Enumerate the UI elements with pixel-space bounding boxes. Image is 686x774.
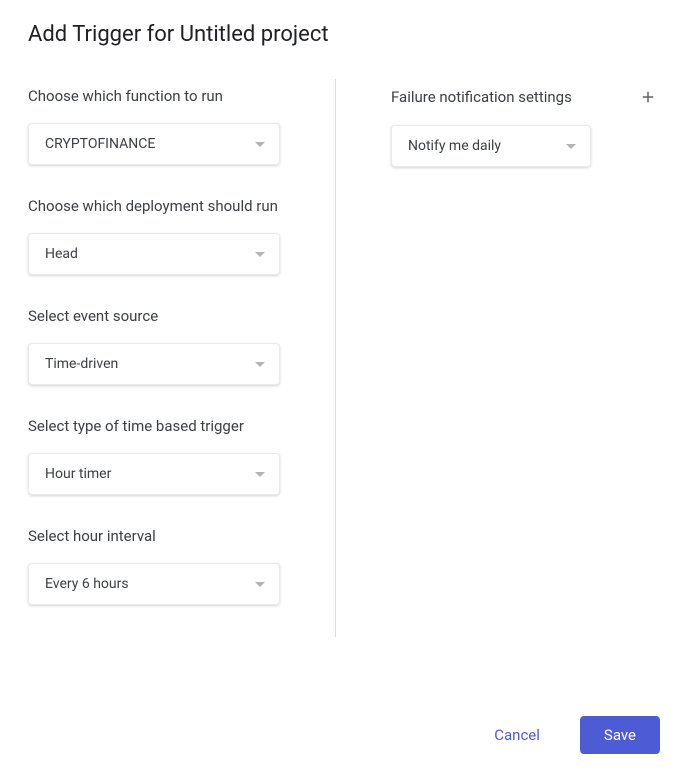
function-select[interactable]: CRYPTOFINANCE [28, 123, 280, 165]
dialog-title: Add Trigger for Untitled project [0, 0, 686, 59]
interval-select[interactable]: Every 6 hours [28, 563, 280, 605]
dialog-footer: Cancel Save [482, 716, 660, 754]
event-source-select-value: Time-driven [45, 356, 118, 372]
event-source-select[interactable]: Time-driven [28, 343, 280, 385]
deployment-select[interactable]: Head [28, 233, 280, 275]
notification-label: Failure notification settings [391, 88, 572, 106]
plus-icon [639, 88, 657, 106]
dropdown-arrow-icon [566, 144, 576, 149]
interval-field: Select hour interval Every 6 hours [28, 527, 315, 605]
notification-header: Failure notification settings [391, 87, 658, 107]
dropdown-arrow-icon [255, 472, 265, 477]
dropdown-arrow-icon [255, 252, 265, 257]
cancel-button[interactable]: Cancel [482, 718, 552, 752]
save-button[interactable]: Save [580, 716, 660, 754]
trigger-type-field: Select type of time based trigger Hour t… [28, 417, 315, 495]
content-area: Choose which function to run CRYPTOFINAN… [0, 59, 686, 637]
add-notification-button[interactable] [638, 87, 658, 107]
dropdown-arrow-icon [255, 362, 265, 367]
deployment-select-value: Head [45, 246, 78, 262]
trigger-type-select-value: Hour timer [45, 466, 111, 482]
function-label: Choose which function to run [28, 87, 315, 105]
trigger-type-select[interactable]: Hour timer [28, 453, 280, 495]
deployment-field: Choose which deployment should run Head [28, 197, 315, 275]
dropdown-arrow-icon [255, 582, 265, 587]
function-select-value: CRYPTOFINANCE [45, 136, 155, 152]
function-field: Choose which function to run CRYPTOFINAN… [28, 87, 315, 165]
left-column: Choose which function to run CRYPTOFINAN… [28, 79, 335, 637]
dropdown-arrow-icon [255, 142, 265, 147]
deployment-label: Choose which deployment should run [28, 197, 315, 215]
interval-select-value: Every 6 hours [45, 576, 129, 592]
event-source-label: Select event source [28, 307, 315, 325]
notification-select[interactable]: Notify me daily [391, 125, 591, 167]
interval-label: Select hour interval [28, 527, 315, 545]
trigger-type-label: Select type of time based trigger [28, 417, 315, 435]
right-column: Failure notification settings Notify me … [335, 79, 658, 637]
event-source-field: Select event source Time-driven [28, 307, 315, 385]
notification-select-value: Notify me daily [408, 138, 501, 154]
